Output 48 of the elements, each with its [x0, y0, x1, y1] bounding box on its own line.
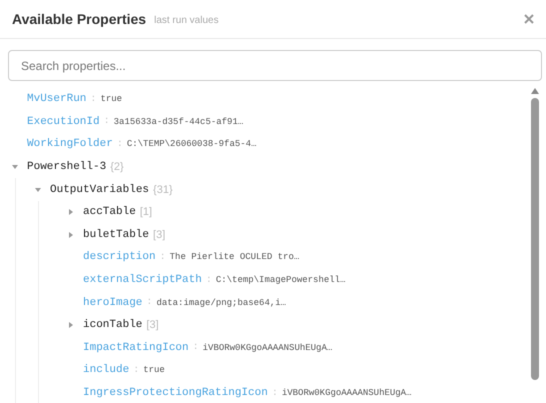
item-count: {2}	[110, 161, 124, 174]
search-field[interactable]: Search properties...	[8, 50, 542, 81]
property-value: 3a15633a-d35f-44c5-af91…	[114, 116, 244, 127]
caret-right-icon[interactable]	[68, 322, 74, 328]
scroll-up-icon[interactable]	[531, 88, 539, 94]
property-value: true	[143, 365, 165, 376]
property-key[interactable]: heroImage	[83, 296, 142, 309]
separator: :	[160, 252, 166, 263]
node-name[interactable]: buletTable	[83, 228, 150, 241]
node-name[interactable]: Powershell-3	[27, 161, 106, 174]
separator: :	[272, 388, 278, 399]
property-key[interactable]: include	[83, 364, 130, 376]
node-name[interactable]: accTable	[83, 206, 136, 218]
scrollbar-thumb[interactable]	[531, 98, 539, 380]
property-value: C:\temp\ImagePowershell…	[216, 275, 346, 286]
separator: :	[192, 342, 199, 354]
property-key[interactable]: ImpactRatingIcon	[83, 342, 189, 354]
caret-down-icon[interactable]	[35, 186, 41, 193]
separator: :	[206, 274, 212, 286]
item-count: [1]	[140, 206, 152, 218]
separator: :	[133, 364, 140, 376]
property-key[interactable]: description	[83, 251, 156, 264]
dialog-subtitle: last run values	[154, 14, 219, 26]
property-value: data:image/png;base64,i…	[156, 298, 286, 308]
node-name[interactable]: iconTable	[83, 319, 142, 332]
caret-right-icon[interactable]	[68, 232, 74, 238]
property-value: true	[100, 94, 122, 104]
property-value: The Pierlite OCULED tro…	[170, 252, 300, 262]
item-count: {31}	[153, 184, 173, 196]
separator: :	[90, 94, 96, 105]
caret-down-icon[interactable]	[12, 164, 18, 170]
separator: :	[146, 297, 152, 308]
property-key[interactable]: externalScriptPath	[83, 274, 202, 286]
property-key[interactable]: IngressProtectiongRatingIcon	[83, 387, 268, 400]
dialog-title: Available Properties	[12, 11, 146, 27]
property-value: C:\TEMP\26060038-9fa5-4…	[126, 139, 256, 150]
property-value: iVBORw0KGgoAAAANSUhEUgA…	[202, 342, 332, 353]
property-key[interactable]: MvUserRun	[27, 93, 86, 106]
separator: :	[104, 116, 110, 128]
item-count: [3]	[153, 228, 166, 241]
separator: :	[116, 138, 123, 150]
property-key[interactable]: ExecutionId	[27, 116, 100, 128]
close-button[interactable]	[522, 12, 536, 26]
node-name[interactable]: OutputVariables	[50, 184, 150, 196]
property-value: iVBORw0KGgoAAAANSUhEUgA…	[282, 388, 412, 398]
property-key[interactable]: WorkingFolder	[27, 138, 113, 150]
caret-right-icon[interactable]	[68, 209, 74, 216]
item-count: [3]	[146, 319, 159, 332]
